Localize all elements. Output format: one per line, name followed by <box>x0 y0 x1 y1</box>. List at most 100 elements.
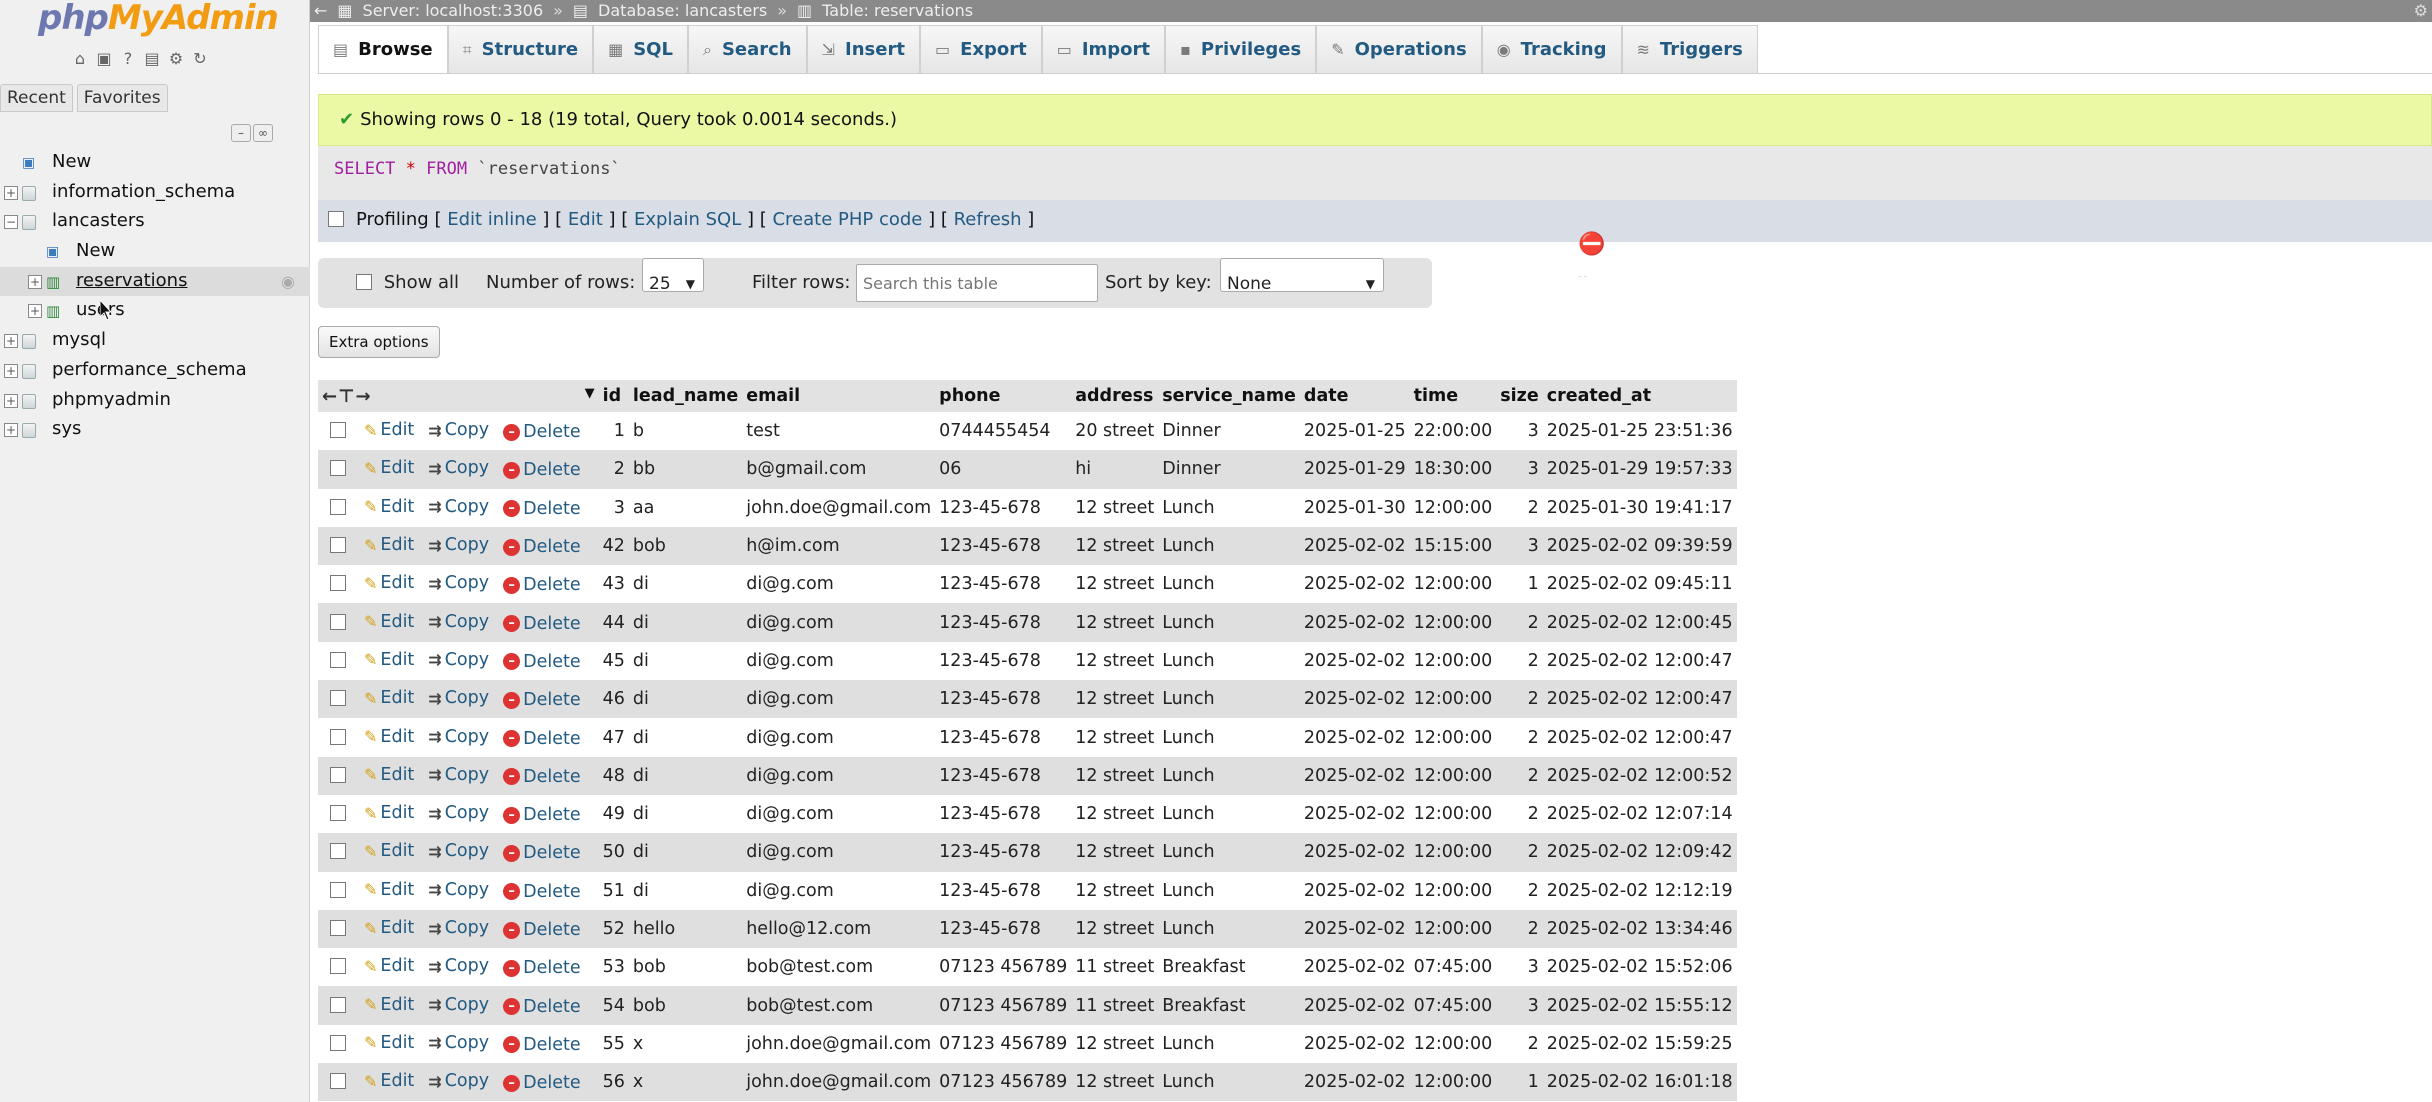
cell-phone[interactable]: 07123 456789 <box>935 1063 1072 1102</box>
tree-node-performance-schema[interactable]: + performance_schema <box>0 356 310 386</box>
row-checkbox[interactable] <box>330 690 346 707</box>
delete-button[interactable]: – Delete <box>503 460 581 480</box>
cell-date[interactable]: 2025-01-29 <box>1299 450 1410 489</box>
link-refresh[interactable]: Refresh <box>954 209 1022 230</box>
edit-button[interactable]: ✎ Edit <box>364 1071 414 1091</box>
cell-id[interactable]: 42 <box>598 526 629 566</box>
column-header-created-at[interactable]: created_at <box>1542 380 1737 412</box>
cell-id[interactable]: 51 <box>598 871 629 910</box>
cell-service-name[interactable]: Lunch <box>1158 526 1300 566</box>
delete-button[interactable]: – Delete <box>503 843 581 863</box>
tab-insert[interactable]: ⇲ Insert <box>806 25 920 73</box>
cell-service-name[interactable]: Lunch <box>1158 565 1300 604</box>
cell-created-at[interactable]: 2025-02-02 12:00:45 <box>1542 603 1737 642</box>
cell-created-at[interactable]: 2025-02-02 15:55:12 <box>1542 986 1737 1025</box>
cell-service-name[interactable]: Lunch <box>1158 756 1300 795</box>
cell-address[interactable]: 12 street <box>1071 833 1159 872</box>
cell-size[interactable]: 1 <box>1496 565 1543 604</box>
column-header-email[interactable]: email <box>742 380 936 412</box>
extra-options-button[interactable]: Extra options <box>318 326 440 358</box>
cell-created-at[interactable]: 2025-02-02 12:12:19 <box>1542 871 1737 910</box>
cell-service-name[interactable]: Breakfast <box>1158 986 1300 1025</box>
cell-phone[interactable]: 07123 456789 <box>935 986 1072 1025</box>
row-checkbox[interactable] <box>330 1073 346 1090</box>
cell-address[interactable]: 12 street <box>1071 756 1159 795</box>
cell-address[interactable]: 12 street <box>1071 641 1159 681</box>
column-header-time[interactable]: time <box>1409 380 1497 412</box>
copy-button[interactable]: ⇉ Copy <box>428 688 489 708</box>
cell-address[interactable]: 12 street <box>1071 565 1159 604</box>
column-arrows-icon[interactable]: ←⊤→ <box>322 386 372 407</box>
cell-id[interactable]: 55 <box>598 1024 629 1064</box>
cell-email[interactable]: di@g.com <box>742 603 936 642</box>
edit-button[interactable]: ✎ Edit <box>364 1033 414 1053</box>
cell-address[interactable]: 20 street <box>1071 412 1159 451</box>
show-all-checkbox[interactable] <box>356 274 372 290</box>
cell-service-name[interactable]: Lunch <box>1158 794 1300 834</box>
expand-icon[interactable]: + <box>4 363 18 378</box>
edit-button[interactable]: ✎ Edit <box>364 612 414 632</box>
edit-button[interactable]: ✎ Edit <box>364 650 414 670</box>
cell-email[interactable]: di@g.com <box>742 641 936 681</box>
delete-button[interactable]: – Delete <box>503 422 581 442</box>
tab-tracking[interactable]: ◉ Tracking <box>1481 25 1622 73</box>
delete-button[interactable]: – Delete <box>503 958 581 978</box>
tree-node-reservations[interactable]: + ▥ reservations ◉ <box>0 266 310 297</box>
cell-email[interactable]: b@gmail.com <box>742 450 936 489</box>
cell-created-at[interactable]: 2025-01-29 19:57:33 <box>1542 450 1737 489</box>
cell-address[interactable]: hi <box>1071 450 1159 489</box>
cell-created-at[interactable]: 2025-01-25 23:51:36 <box>1542 412 1737 451</box>
sort-by-key-select[interactable]: None ▼ <box>1220 258 1384 294</box>
cell-lead-name[interactable]: bob <box>628 948 743 987</box>
delete-button[interactable]: – Delete <box>503 729 581 749</box>
cell-email[interactable]: di@g.com <box>742 794 936 834</box>
cell-time[interactable]: 12:00:00 <box>1409 1063 1497 1102</box>
delete-button[interactable]: – Delete <box>503 537 581 557</box>
docs-icon[interactable]: ▤ <box>142 49 162 69</box>
copy-button[interactable]: ⇉ Copy <box>428 841 489 861</box>
cell-address[interactable]: 12 street <box>1071 718 1159 757</box>
delete-button[interactable]: – Delete <box>503 767 581 787</box>
cell-id[interactable]: 53 <box>598 948 629 987</box>
copy-button[interactable]: ⇉ Copy <box>428 1033 489 1053</box>
cell-time[interactable]: 12:00:00 <box>1409 680 1497 719</box>
cell-phone[interactable]: 123-45-678 <box>935 565 1072 604</box>
cell-date[interactable]: 2025-02-02 <box>1299 948 1410 987</box>
delete-button[interactable]: – Delete <box>503 652 581 672</box>
cell-service-name[interactable]: Lunch <box>1158 871 1300 910</box>
cell-date[interactable]: 2025-02-02 <box>1299 986 1410 1025</box>
copy-button[interactable]: ⇉ Copy <box>428 497 489 517</box>
row-checkbox[interactable] <box>330 537 346 554</box>
edit-button[interactable]: ✎ Edit <box>364 497 414 517</box>
cell-created-at[interactable]: 2025-02-02 12:00:47 <box>1542 641 1737 681</box>
cell-lead-name[interactable]: b <box>628 412 743 451</box>
row-checkbox[interactable] <box>330 651 346 668</box>
home-icon[interactable]: ⌂ <box>70 49 90 69</box>
cell-time[interactable]: 12:00:00 <box>1409 871 1497 910</box>
cell-service-name[interactable]: Lunch <box>1158 641 1300 681</box>
cell-date[interactable]: 2025-02-02 <box>1299 1063 1410 1102</box>
row-checkbox[interactable] <box>330 843 346 860</box>
cell-phone[interactable]: 123-45-678 <box>935 488 1072 527</box>
cell-service-name[interactable]: Lunch <box>1158 1063 1300 1102</box>
cell-time[interactable]: 12:00:00 <box>1409 603 1497 642</box>
cell-email[interactable]: bob@test.com <box>742 986 936 1025</box>
copy-button[interactable]: ⇉ Copy <box>428 727 489 747</box>
cell-id[interactable]: 54 <box>598 986 629 1025</box>
cell-service-name[interactable]: Breakfast <box>1158 948 1300 987</box>
cell-lead-name[interactable]: aa <box>628 488 743 527</box>
row-checkbox[interactable] <box>330 575 346 592</box>
cell-address[interactable]: 12 street <box>1071 488 1159 527</box>
edit-button[interactable]: ✎ Edit <box>364 765 414 785</box>
edit-button[interactable]: ✎ Edit <box>364 458 414 478</box>
cell-service-name[interactable]: Lunch <box>1158 909 1300 949</box>
cell-email[interactable]: di@g.com <box>742 756 936 795</box>
cell-size[interactable]: 2 <box>1496 909 1543 949</box>
edit-button[interactable]: ✎ Edit <box>364 995 414 1015</box>
cell-time[interactable]: 12:00:00 <box>1409 641 1497 681</box>
edit-button[interactable]: ✎ Edit <box>364 727 414 747</box>
edit-button[interactable]: ✎ Edit <box>364 880 414 900</box>
cell-lead-name[interactable]: di <box>628 833 743 872</box>
cell-lead-name[interactable]: bob <box>628 526 743 566</box>
cell-email[interactable]: di@g.com <box>742 565 936 604</box>
